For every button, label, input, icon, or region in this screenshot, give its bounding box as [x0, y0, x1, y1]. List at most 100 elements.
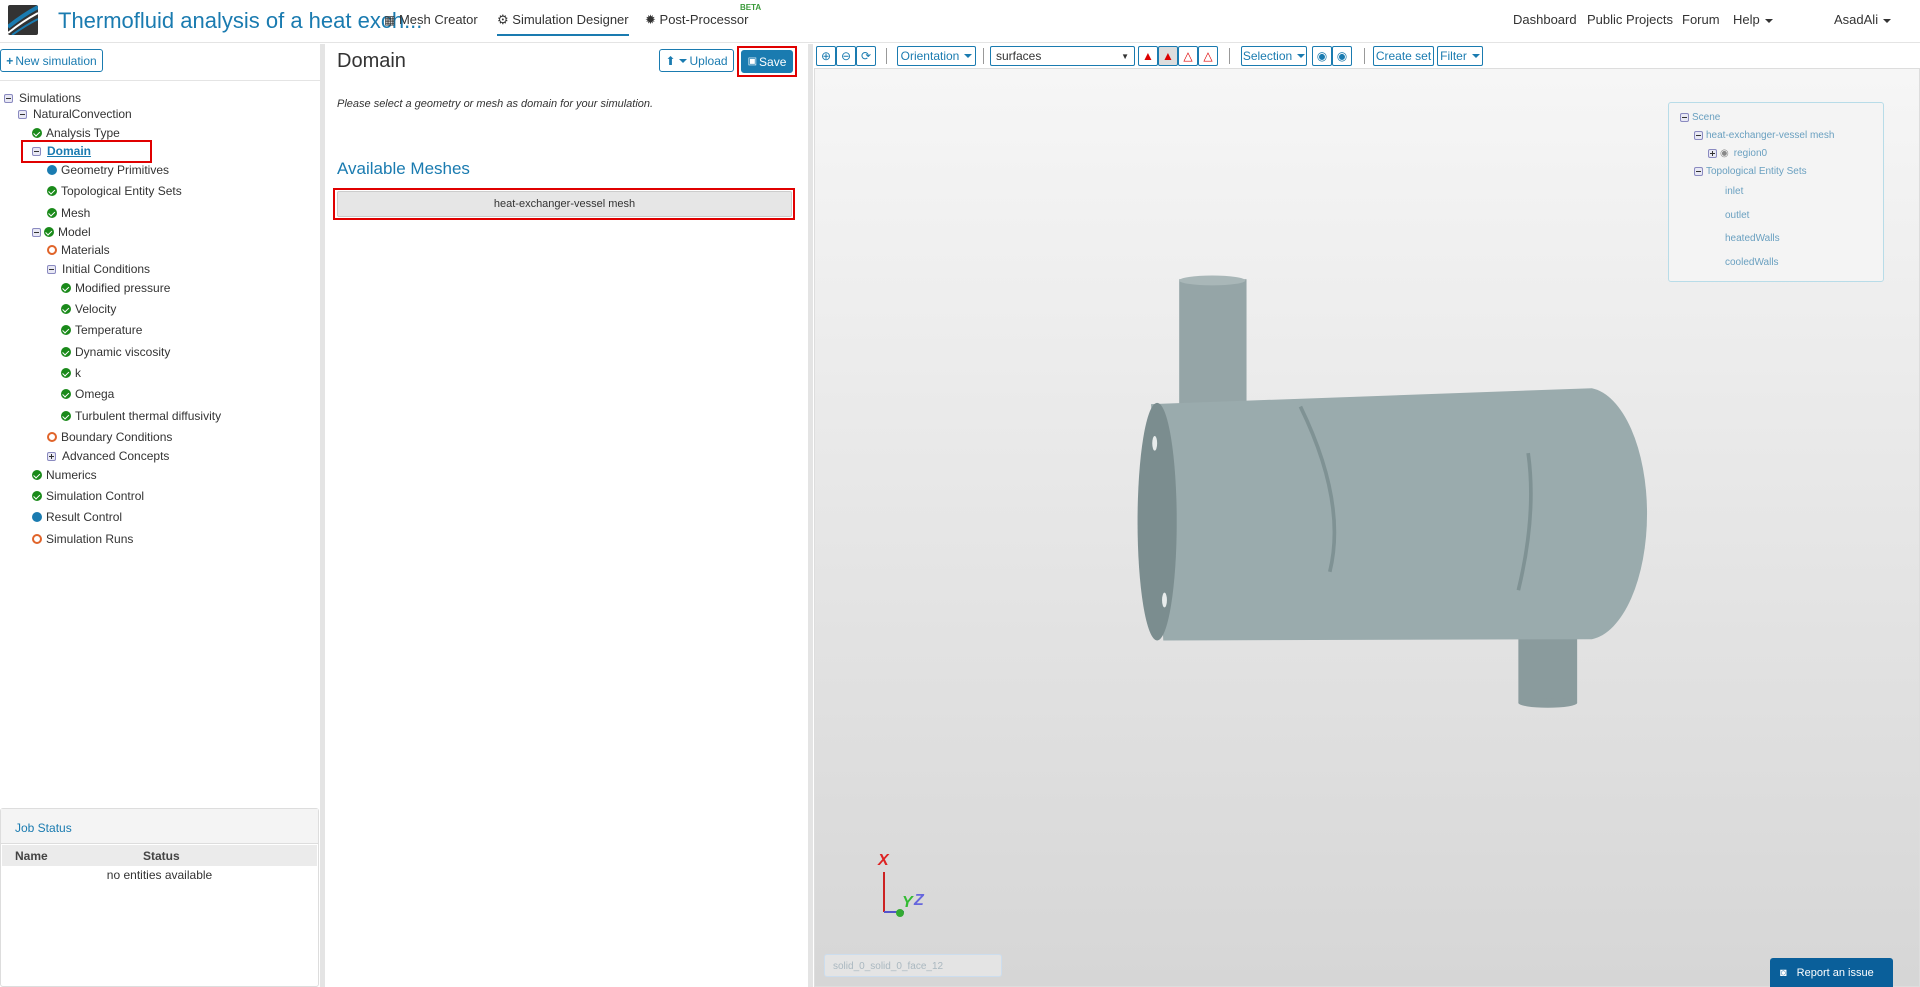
- collapse-icon[interactable]: [1694, 167, 1703, 176]
- blue-dot-icon: [47, 165, 57, 175]
- nav-help-dropdown[interactable]: Help: [1733, 12, 1773, 27]
- show-button[interactable]: ◉: [1332, 46, 1352, 66]
- zoom-out-button[interactable]: ⊖: [836, 46, 856, 66]
- expand-icon[interactable]: [47, 451, 56, 461]
- collapse-icon[interactable]: [1680, 113, 1689, 122]
- report-issue-button[interactable]: ◙ Report an issue: [1770, 958, 1893, 987]
- collapse-icon[interactable]: [18, 109, 27, 119]
- scene-set-outlet[interactable]: outlet: [1725, 210, 1749, 221]
- app-logo[interactable]: [8, 5, 38, 35]
- tree-simulations[interactable]: Simulations: [4, 90, 81, 106]
- tree-ic-dynamic-viscosity[interactable]: Dynamic viscosity: [61, 344, 170, 360]
- tree-domain[interactable]: Domain: [32, 143, 91, 159]
- nav-simulation-designer[interactable]: ⚙ Simulation Designer: [497, 12, 629, 36]
- collapse-icon[interactable]: [32, 146, 41, 156]
- tree-analysis-type[interactable]: Analysis Type: [32, 125, 120, 141]
- tree-ic-modified-pressure[interactable]: Modified pressure: [61, 280, 170, 296]
- eye-icon[interactable]: ◉: [1720, 148, 1729, 159]
- scene-set-heatedwalls[interactable]: heatedWalls: [1725, 233, 1780, 244]
- plus-icon: +: [6, 53, 14, 68]
- tree-ic-velocity[interactable]: Velocity: [61, 301, 116, 317]
- solid-triangle-icon: ▲: [1142, 49, 1154, 63]
- caret-down-icon: [964, 54, 973, 58]
- domain-title: Domain: [337, 50, 406, 72]
- tree-ic-omega[interactable]: Omega: [61, 386, 114, 402]
- tree-result-control[interactable]: Result Control: [32, 509, 122, 525]
- eye-slash-icon: ◉: [1316, 49, 1328, 63]
- empty-circle-icon: [32, 534, 42, 544]
- solid-edges-render-button[interactable]: ▲: [1158, 46, 1178, 66]
- mesh-option-button[interactable]: heat-exchanger-vessel mesh: [337, 191, 792, 217]
- empty-message: no entities available: [106, 868, 213, 882]
- scene-mesh-node[interactable]: heat-exchanger-vessel mesh: [1694, 130, 1834, 141]
- check-circle-icon: [61, 347, 71, 357]
- scene-region-node[interactable]: ◉ region0: [1708, 148, 1767, 159]
- solid-edges-icon: ▲: [1162, 49, 1174, 63]
- selection-dropdown[interactable]: Selection: [1241, 46, 1307, 66]
- job-status-panel: Job Status Name Status no entities avail…: [0, 808, 319, 987]
- caret-down-icon: [678, 58, 687, 63]
- upload-button[interactable]: ⬆ Upload: [659, 49, 734, 72]
- check-circle-icon: [32, 470, 42, 480]
- toolbar-separator: [1229, 48, 1230, 64]
- collapse-icon[interactable]: [47, 264, 56, 274]
- tree-ic-k[interactable]: k: [61, 365, 81, 381]
- tree-ic-temperature[interactable]: Temperature: [61, 322, 142, 338]
- tree-geometry-primitives[interactable]: Geometry Primitives: [47, 162, 169, 178]
- wireframe-render-button[interactable]: △: [1178, 46, 1198, 66]
- tree-advanced-concepts[interactable]: Advanced Concepts: [47, 448, 169, 464]
- render-mode-select[interactable]: surfaces ▼: [990, 46, 1135, 66]
- divider: [0, 80, 320, 81]
- nav-dashboard[interactable]: Dashboard: [1513, 12, 1577, 27]
- zoom-in-button[interactable]: ⊕: [816, 46, 836, 66]
- scene-root[interactable]: Scene: [1680, 112, 1720, 123]
- right-splitter[interactable]: [808, 44, 813, 987]
- hide-button[interactable]: ◉: [1312, 46, 1332, 66]
- tree-numerics[interactable]: Numerics: [32, 467, 97, 483]
- tree-naturalconvection[interactable]: NaturalConvection: [18, 106, 132, 122]
- expand-icon[interactable]: [1708, 149, 1717, 158]
- column-name[interactable]: Name: [15, 849, 48, 863]
- tree-ic-turbulent-thermal-diffusivity[interactable]: Turbulent thermal diffusivity: [61, 408, 221, 424]
- user-menu-dropdown[interactable]: AsadAli: [1834, 12, 1892, 27]
- caret-down-icon: [1297, 54, 1306, 58]
- solid-render-button[interactable]: ▲: [1138, 46, 1158, 66]
- empty-circle-icon: [47, 432, 57, 442]
- collapse-icon[interactable]: [1694, 131, 1703, 140]
- toolbar-separator: [886, 48, 887, 64]
- tree-mesh[interactable]: Mesh: [47, 205, 90, 221]
- tree-materials[interactable]: Materials: [47, 242, 110, 258]
- nav-public-projects[interactable]: Public Projects: [1587, 12, 1673, 27]
- scene-set-cooledwalls[interactable]: cooledWalls: [1725, 257, 1779, 268]
- filter-dropdown[interactable]: Filter: [1437, 46, 1483, 66]
- upload-icon: ⬆: [665, 53, 676, 68]
- scene-set-inlet[interactable]: inlet: [1725, 186, 1743, 197]
- selected-face-field[interactable]: solid_0_solid_0_face_12: [824, 954, 1002, 977]
- scene-sets-node[interactable]: Topological Entity Sets: [1694, 166, 1807, 177]
- tree-topological-entity-sets[interactable]: Topological Entity Sets: [47, 183, 182, 199]
- tree-simulation-runs[interactable]: Simulation Runs: [32, 531, 133, 547]
- nav-post-processor[interactable]: ✹ Post-Processor: [645, 12, 748, 28]
- orientation-dropdown[interactable]: Orientation: [897, 46, 976, 66]
- tree-boundary-conditions[interactable]: Boundary Conditions: [47, 429, 172, 445]
- reset-view-button[interactable]: ⟳: [856, 46, 876, 66]
- project-title[interactable]: Thermofluid analysis of a heat exch...: [58, 8, 422, 34]
- collapse-icon[interactable]: [4, 93, 13, 103]
- left-splitter[interactable]: [320, 44, 325, 987]
- eye-icon: ◉: [1336, 49, 1348, 63]
- column-status[interactable]: Status: [143, 849, 180, 863]
- nav-mesh-creator[interactable]: ▦ Mesh Creator: [384, 12, 478, 27]
- nav-forum[interactable]: Forum: [1682, 12, 1720, 27]
- transparent-icon: △: [1203, 49, 1213, 63]
- transparent-render-button[interactable]: △: [1198, 46, 1218, 66]
- camera-bubble-icon: ◙: [1780, 966, 1787, 979]
- zoom-out-icon: ⊖: [840, 49, 852, 63]
- save-button[interactable]: ▣ Save: [741, 50, 793, 73]
- collapse-icon[interactable]: [32, 227, 41, 237]
- create-set-button[interactable]: Create set: [1373, 46, 1434, 66]
- new-simulation-button[interactable]: + New simulation: [0, 49, 103, 72]
- tree-simulation-control[interactable]: Simulation Control: [32, 488, 144, 504]
- tree-model[interactable]: Model: [32, 224, 91, 240]
- tree-initial-conditions[interactable]: Initial Conditions: [47, 261, 150, 277]
- floppy-icon: ▣: [747, 56, 758, 67]
